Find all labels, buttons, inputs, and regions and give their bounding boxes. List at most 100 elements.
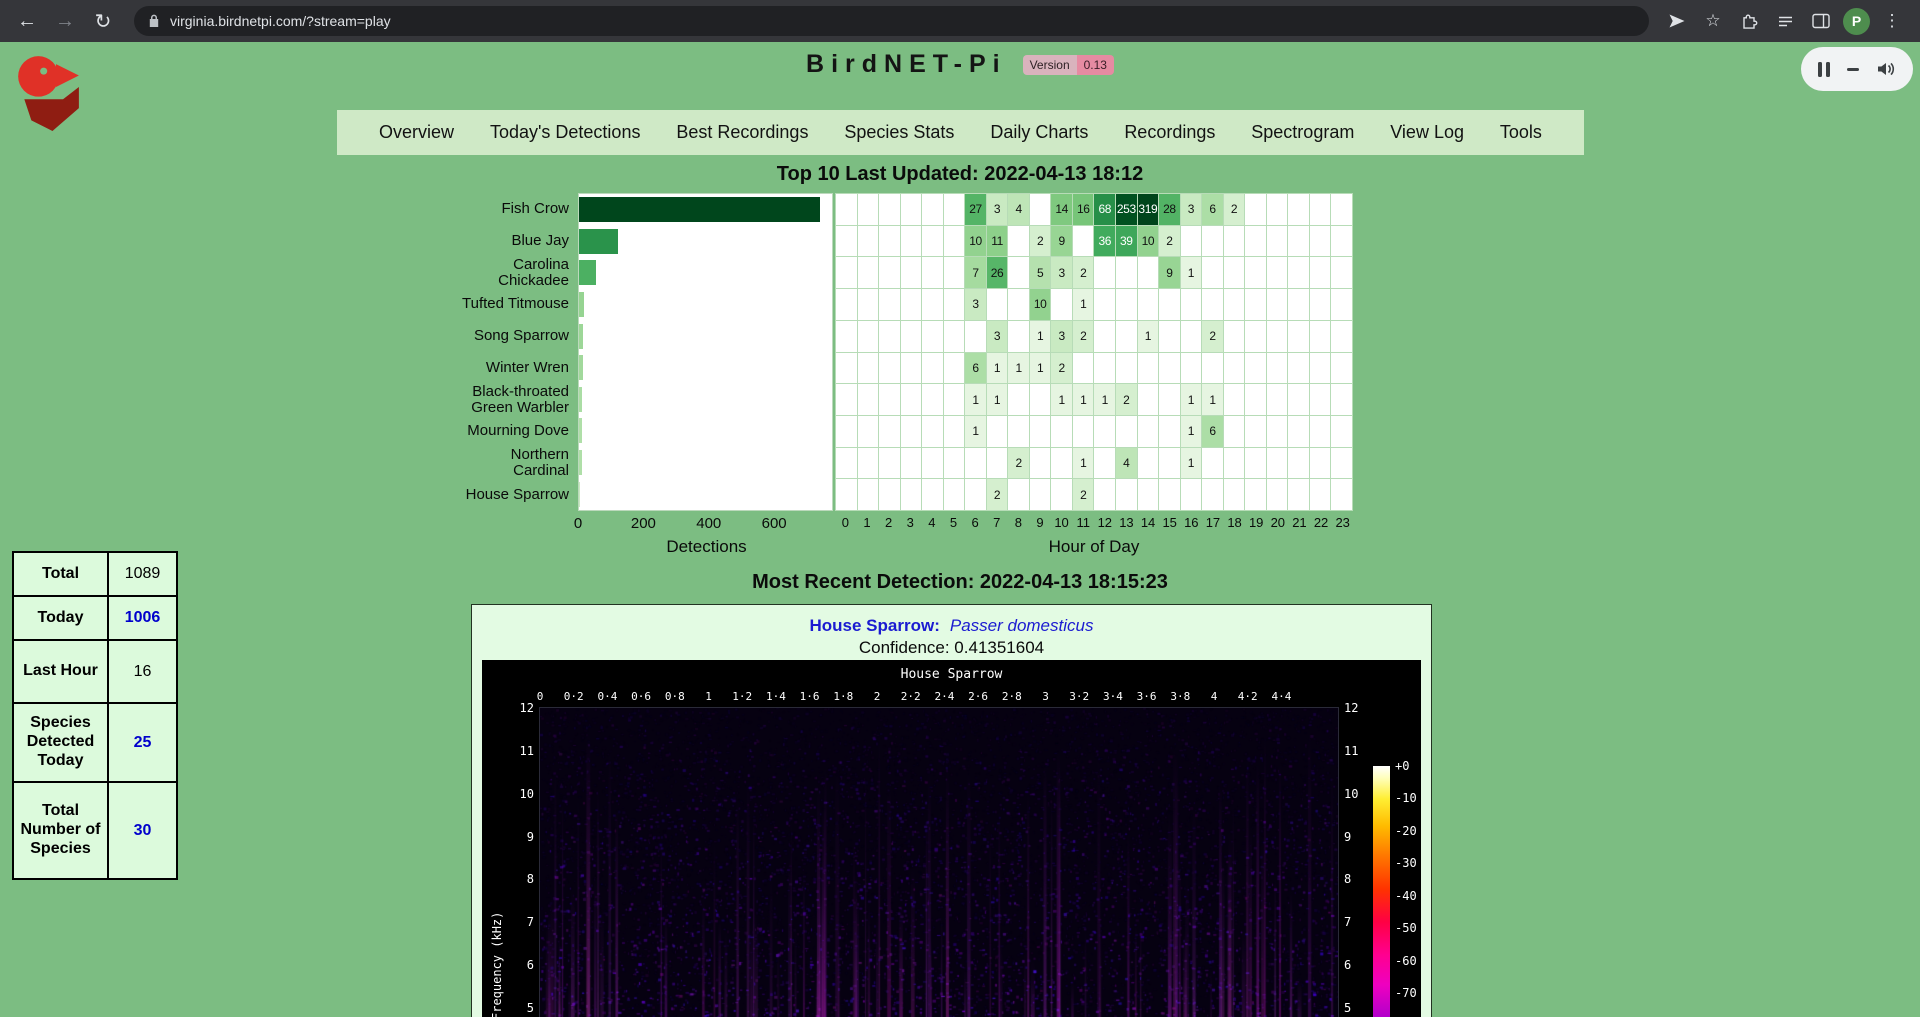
- share-send-icon[interactable]: [1663, 7, 1691, 35]
- spectrogram-colorbar: [1373, 766, 1390, 1017]
- hour-axis-tick: 7: [986, 515, 1007, 530]
- volume-icon[interactable]: [1876, 60, 1896, 78]
- audio-player[interactable]: [1801, 47, 1913, 91]
- heatmap-cell: [1030, 194, 1051, 225]
- heatmap-cell: [879, 289, 900, 320]
- nav-item-tools[interactable]: Tools: [1500, 122, 1542, 143]
- heatmap-cell: 6: [965, 353, 986, 384]
- spectrogram-time-tick: 4·4: [1271, 690, 1291, 703]
- address-bar[interactable]: virginia.birdnetpi.com/?stream=play: [134, 6, 1649, 36]
- heatmap-cell: 2: [987, 479, 1008, 510]
- species-label: Tufted Titmouse: [338, 288, 578, 320]
- stats-row: Today1006: [13, 596, 177, 640]
- detection-scientific-name[interactable]: Passer domesticus: [950, 616, 1094, 635]
- heatmap-cell: 36: [1094, 226, 1115, 257]
- spectrogram-freq-tick: 7: [1344, 915, 1351, 929]
- spectrogram-freq-tick: 8: [527, 872, 534, 886]
- hour-axis-tick: 13: [1116, 515, 1137, 530]
- detections-bar: [579, 450, 582, 475]
- spectrogram-time-tick: 0·8: [665, 690, 685, 703]
- nav-item-recordings[interactable]: Recordings: [1124, 122, 1215, 143]
- detection-common-name[interactable]: House Sparrow:: [810, 616, 940, 635]
- heatmap-cell: [836, 353, 857, 384]
- spectrogram-time-tick: 4·2: [1238, 690, 1258, 703]
- heatmap-cell: [1181, 226, 1202, 257]
- species-label: Blue Jay: [338, 225, 578, 257]
- hour-axis-tick: 8: [1008, 515, 1029, 530]
- spectrogram-freq-tick: 10: [1344, 787, 1358, 801]
- heatmap-cell: [1051, 289, 1072, 320]
- heatmap-cell: 3: [1181, 194, 1202, 225]
- heatmap-cell: 4: [1008, 194, 1029, 225]
- page-title: BirdNET-Pi: [806, 50, 1007, 79]
- nav-item-daily-charts[interactable]: Daily Charts: [990, 122, 1088, 143]
- hour-axis-tick: 2: [878, 515, 899, 530]
- reload-icon[interactable]: ↻: [86, 4, 120, 38]
- heatmap-cell: 5: [1030, 257, 1051, 288]
- heatmap-cell: [1331, 479, 1352, 510]
- heatmap-cell: [1116, 321, 1137, 352]
- heatmap-cell: [922, 226, 943, 257]
- spectrogram-time-tick: 3·8: [1170, 690, 1190, 703]
- hour-axis-tick: 20: [1268, 515, 1289, 530]
- stats-value[interactable]: 30: [108, 782, 177, 879]
- heatmap-cell: [1331, 384, 1352, 415]
- spectrogram-time-tick: 2·4: [934, 690, 954, 703]
- heatmap-cell: [1159, 321, 1180, 352]
- stats-value[interactable]: 1006: [108, 596, 177, 640]
- side-panel-icon[interactable]: [1807, 7, 1835, 35]
- reading-list-icon[interactable]: [1771, 7, 1799, 35]
- heatmap-cell: [836, 321, 857, 352]
- heatmap-cell: [944, 194, 965, 225]
- extensions-puzzle-icon[interactable]: [1735, 7, 1763, 35]
- heatmap-cell: [1138, 257, 1159, 288]
- nav-item-view-log[interactable]: View Log: [1390, 122, 1464, 143]
- heatmap-cell: [944, 479, 965, 510]
- profile-avatar[interactable]: P: [1843, 8, 1870, 35]
- bookmark-star-icon[interactable]: ☆: [1699, 7, 1727, 35]
- detection-species-link[interactable]: House Sparrow: Passer domesticus: [472, 616, 1431, 636]
- heatmap-cell: [1073, 226, 1094, 257]
- heatmap-cell: 9: [1159, 257, 1180, 288]
- menu-kebab-icon[interactable]: ⋮: [1878, 7, 1906, 35]
- nav-item-overview[interactable]: Overview: [379, 122, 454, 143]
- heatmap-cell: [1331, 353, 1352, 384]
- heatmap-cell: 10: [1138, 226, 1159, 257]
- heatmap-cell: [1138, 448, 1159, 479]
- heatmap-cell: [858, 289, 879, 320]
- heatmap-cell: [1267, 416, 1288, 447]
- heatmap-cell: 1: [1181, 257, 1202, 288]
- stats-value[interactable]: 25: [108, 703, 177, 782]
- heatmap-cell: [879, 416, 900, 447]
- heatmap-cell: [1310, 194, 1331, 225]
- detection-confidence: Confidence: 0.41351604: [472, 638, 1431, 658]
- hour-axis-tick: 23: [1332, 515, 1353, 530]
- colorbar-tick: -40: [1395, 889, 1417, 903]
- url-text: virginia.birdnetpi.com/?stream=play: [170, 13, 391, 29]
- heatmap-cell: [1331, 448, 1352, 479]
- forward-icon[interactable]: →: [48, 4, 82, 38]
- heatmap-cell: [922, 194, 943, 225]
- bar-axis-ticks: 0200400600: [578, 515, 835, 533]
- heatmap-cell: 3: [1051, 321, 1072, 352]
- stats-label: Species Detected Today: [13, 703, 108, 782]
- back-icon[interactable]: ←: [10, 4, 44, 38]
- heatmap-cell: [1051, 416, 1072, 447]
- nav-item-today-s-detections[interactable]: Today's Detections: [490, 122, 641, 143]
- spectrogram-time-tick: 3: [1042, 690, 1049, 703]
- nav-item-species-stats[interactable]: Species Stats: [844, 122, 954, 143]
- heatmap-cell: [858, 384, 879, 415]
- nav-item-best-recordings[interactable]: Best Recordings: [676, 122, 808, 143]
- species-label: Winter Wren: [338, 352, 578, 384]
- pause-icon[interactable]: [1818, 62, 1830, 77]
- audio-scrubber[interactable]: [1847, 68, 1859, 71]
- heatmap-cell: [1030, 384, 1051, 415]
- nav-item-spectrogram[interactable]: Spectrogram: [1251, 122, 1354, 143]
- heatmap-cell: 39: [1116, 226, 1137, 257]
- heatmap-cell: [1245, 384, 1266, 415]
- heatmap-cell: [836, 257, 857, 288]
- bar-axis-label: Detections: [578, 537, 835, 557]
- heatmap-cell: [965, 479, 986, 510]
- heatmap-cell: [1094, 479, 1115, 510]
- hour-axis-tick: 3: [900, 515, 921, 530]
